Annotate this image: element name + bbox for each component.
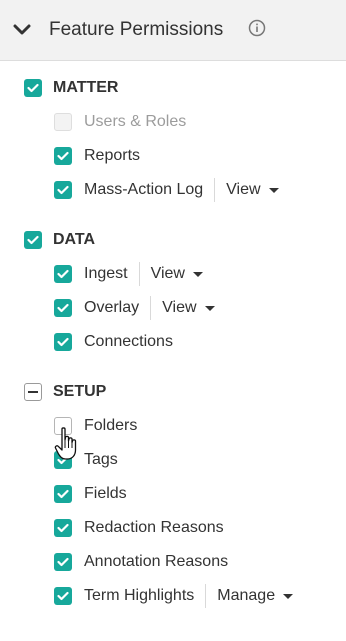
divider [214, 178, 216, 202]
permission-overlay: Overlay View [54, 295, 215, 321]
divider [150, 296, 152, 320]
permission-users-roles: Users & Roles [54, 109, 186, 135]
term-highlights-checkbox[interactable] [54, 587, 72, 605]
annotation-reasons-label: Annotation Reasons [84, 553, 229, 570]
mass-action-log-label: Mass-Action Log [84, 181, 204, 198]
permission-reports: Reports [54, 143, 140, 169]
term-highlights-label: Term Highlights [84, 587, 195, 604]
group-label-setup: SETUP [53, 383, 107, 400]
group-label-data: DATA [53, 231, 96, 248]
section-title: Feature Permissions [49, 19, 224, 40]
connections-checkbox[interactable] [54, 333, 72, 351]
permission-connections: Connections [54, 329, 173, 355]
permission-fields: Fields [54, 481, 127, 507]
mass-action-log-access-dropdown[interactable]: View [226, 181, 279, 199]
fields-label: Fields [84, 485, 127, 502]
permission-redaction-reasons: Redaction Reasons [54, 515, 224, 541]
overlay-access-value: View [162, 299, 197, 316]
redaction-reasons-label: Redaction Reasons [84, 519, 224, 536]
term-highlights-access-value: Manage [217, 587, 276, 604]
check-icon [57, 303, 69, 313]
ingest-access-dropdown[interactable]: View [151, 265, 203, 283]
chevron-down-icon[interactable] [13, 22, 31, 38]
caret-down-icon [283, 593, 294, 599]
check-icon [57, 337, 69, 347]
annotation-reasons-checkbox[interactable] [54, 553, 72, 571]
connections-label: Connections [84, 333, 173, 350]
check-icon [27, 83, 39, 93]
feature-permissions-header[interactable]: Feature Permissions [0, 0, 346, 61]
group-matter: MATTER [24, 75, 118, 101]
users-roles-checkbox [54, 113, 72, 131]
check-icon [57, 489, 69, 499]
group-data: DATA [24, 227, 95, 253]
overlay-label: Overlay [84, 299, 140, 316]
users-roles-label: Users & Roles [84, 113, 187, 130]
data-checkbox[interactable] [24, 231, 42, 249]
divider [138, 262, 140, 286]
check-icon [57, 591, 69, 601]
mass-action-log-access-value: View [226, 181, 261, 198]
check-icon [57, 557, 69, 567]
reports-checkbox[interactable] [54, 147, 72, 165]
overlay-access-dropdown[interactable]: View [162, 299, 215, 317]
caret-down-icon [204, 305, 215, 311]
check-icon [57, 185, 69, 195]
caret-down-icon [192, 271, 203, 277]
group-label-matter: MATTER [53, 79, 119, 96]
check-icon [57, 151, 69, 161]
setup-checkbox[interactable] [24, 383, 42, 401]
overlay-checkbox[interactable] [54, 299, 72, 317]
ingest-access-value: View [150, 265, 185, 282]
tags-label: Tags [84, 451, 118, 468]
caret-down-icon [268, 187, 279, 193]
group-setup: SETUP [24, 379, 106, 405]
hand-cursor-icon [54, 427, 77, 460]
ingest-checkbox[interactable] [54, 265, 72, 283]
ingest-label: Ingest [84, 265, 128, 282]
mass-action-log-checkbox[interactable] [54, 181, 72, 199]
permission-annotation-reasons: Annotation Reasons [54, 549, 228, 575]
matter-checkbox[interactable] [24, 79, 42, 97]
fields-checkbox[interactable] [54, 485, 72, 503]
check-icon [57, 269, 69, 279]
permission-mass-action-log: Mass-Action Log View [54, 177, 279, 203]
check-icon [57, 523, 69, 533]
permission-ingest: Ingest View [54, 261, 203, 287]
folders-label: Folders [84, 417, 138, 434]
check-icon [27, 235, 39, 245]
info-icon[interactable] [248, 19, 266, 37]
redaction-reasons-checkbox[interactable] [54, 519, 72, 537]
term-highlights-access-dropdown[interactable]: Manage [217, 587, 294, 605]
divider [205, 584, 207, 608]
reports-label: Reports [84, 147, 141, 164]
permission-term-highlights: Term Highlights Manage [54, 583, 294, 609]
